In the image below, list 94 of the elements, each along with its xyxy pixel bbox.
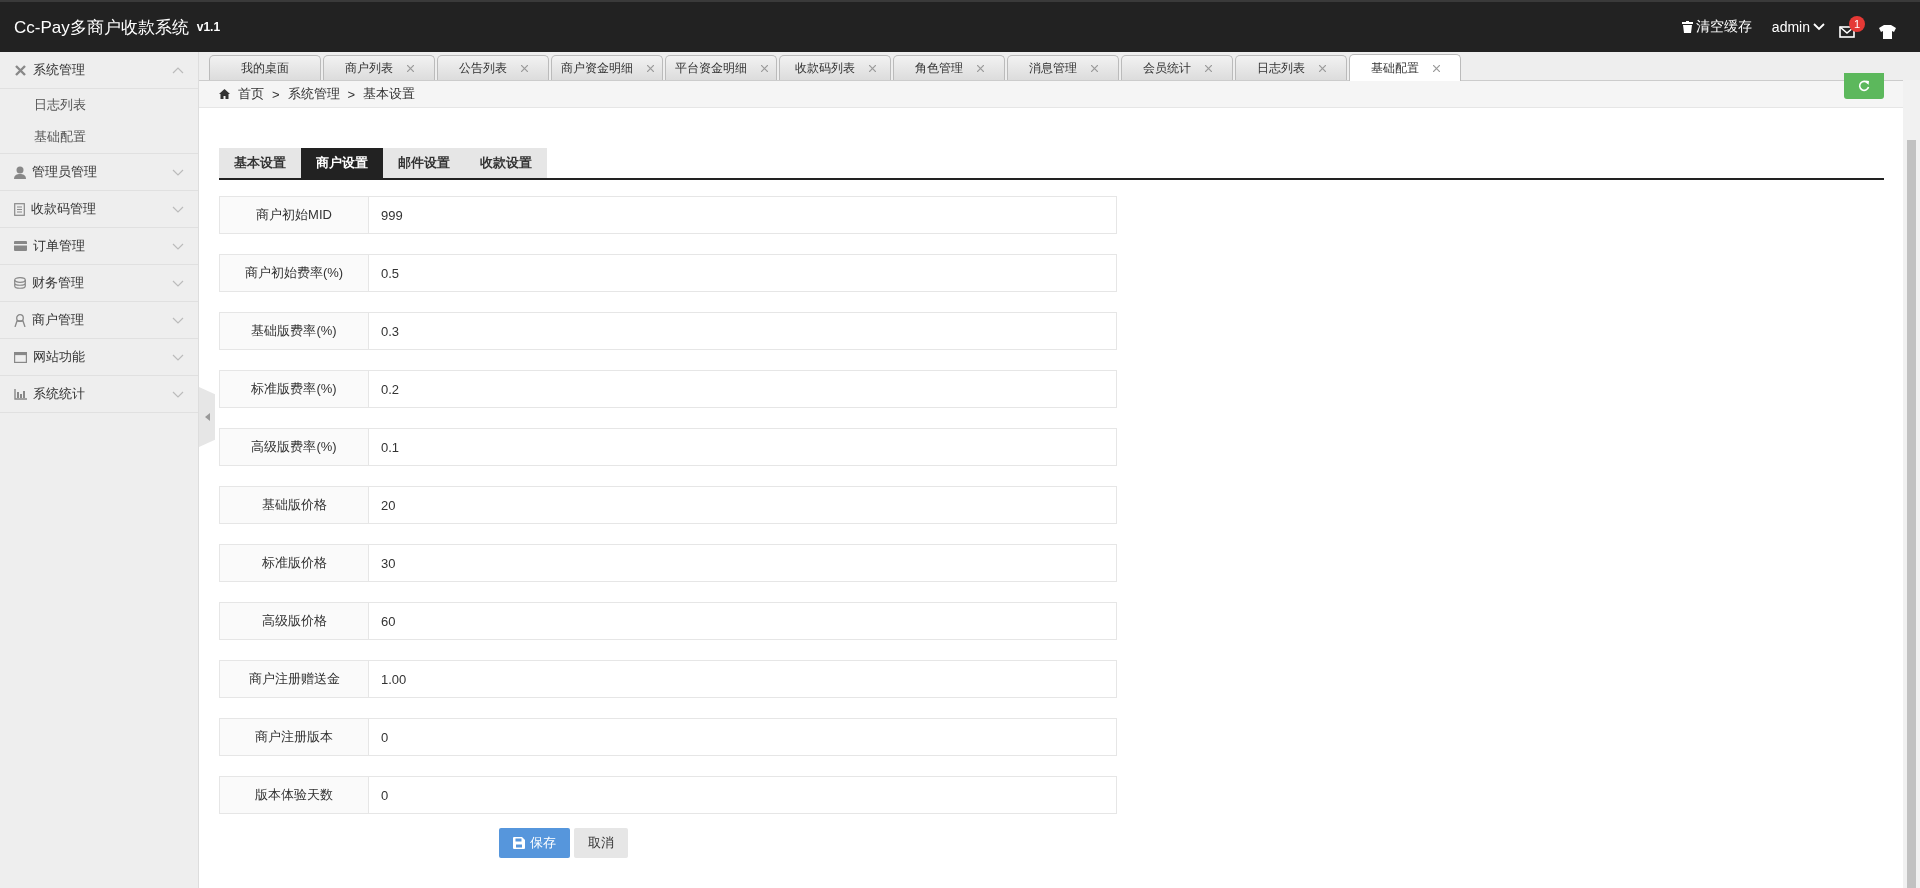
field-label: 标准版价格 [219,544,369,582]
sidebar-item[interactable]: 管理员管理 [0,154,198,191]
input-field[interactable]: 999 [369,196,1117,234]
caret-left-icon [204,413,210,421]
chart-icon [14,388,27,400]
field-label: 标准版费率(%) [219,370,369,408]
close-icon[interactable] [1318,64,1326,72]
chevron-down-icon [172,353,184,361]
page-tab[interactable]: 收款码列表 [779,55,891,80]
chevron-up-icon [172,66,184,74]
page-tab[interactable]: 平台资金明细 [665,55,777,80]
field-label: 商户注册版本 [219,718,369,756]
refresh-icon [1858,80,1870,92]
input-field[interactable]: 30 [369,544,1117,582]
close-icon[interactable] [406,64,414,72]
messages-button[interactable]: 1 [1839,16,1865,38]
unread-badge: 1 [1849,16,1865,32]
clear-cache-link[interactable]: 清空缓存 [1681,18,1752,36]
field-label: 基础版价格 [219,486,369,524]
close-icon[interactable] [1204,64,1212,72]
home-icon [219,89,230,99]
app-title: Cc-Pay多商户收款系统 [14,16,189,39]
page-tab[interactable]: 消息管理 [1007,55,1119,80]
input-field[interactable]: 0 [369,776,1117,814]
card-icon [14,241,27,251]
cancel-button[interactable]: 取消 [574,828,628,858]
breadcrumb-separator: > [272,86,280,102]
page-tab[interactable]: 基础配置 [1349,54,1461,81]
sidebar-item[interactable]: 系统管理 [0,52,198,89]
field-label: 商户注册赠送金 [219,660,369,698]
sidebar-item[interactable]: 系统统计 [0,376,198,413]
sidebar-item[interactable]: 商户管理 [0,302,198,339]
page-tab[interactable]: 公告列表 [437,55,549,80]
chevron-down-icon [172,242,184,250]
document-icon [14,202,25,216]
input-field[interactable]: 1.00 [369,660,1117,698]
user-badge-icon [14,313,26,327]
database-icon [14,277,26,289]
person-icon [14,165,26,179]
sidebar-item[interactable]: 财务管理 [0,265,198,302]
close-icon[interactable] [646,64,654,72]
close-icon[interactable] [760,64,768,72]
chevron-down-icon [172,168,184,176]
input-field[interactable]: 0.3 [369,312,1117,350]
close-icon[interactable] [1090,64,1098,72]
sidebar-item[interactable]: 订单管理 [0,228,198,265]
scrollbar[interactable] [1903,80,1920,888]
input-field[interactable]: 0.5 [369,254,1117,292]
close-icon[interactable] [976,64,984,72]
input-field[interactable]: 0.1 [369,428,1117,466]
field-label: 基础版费率(%) [219,312,369,350]
refresh-button[interactable] [1844,73,1884,99]
field-label: 商户初始费率(%) [219,254,369,292]
input-field[interactable]: 0.2 [369,370,1117,408]
user-menu[interactable]: admin [1771,19,1825,35]
sidebar-subitem[interactable]: 日志列表 [0,89,198,121]
chevron-down-icon [172,205,184,213]
chevron-down-icon [172,390,184,398]
close-icon[interactable] [520,64,528,72]
sidebar-item[interactable]: 网站功能 [0,339,198,376]
input-field[interactable]: 20 [369,486,1117,524]
page-tab[interactable]: 商户列表 [323,55,435,80]
settings-tab[interactable]: 邮件设置 [383,148,465,178]
envelope-icon [1839,26,1855,38]
page-tab[interactable]: 角色管理 [893,55,1005,80]
close-icon[interactable] [868,64,876,72]
input-field[interactable]: 60 [369,602,1117,640]
chevron-down-icon [172,279,184,287]
settings-tab[interactable]: 基本设置 [219,148,301,178]
sidebar-collapse-handle[interactable] [199,387,215,447]
field-label: 高级版价格 [219,602,369,640]
page-tab[interactable]: 日志列表 [1235,55,1347,80]
breadcrumb-link[interactable]: 系统管理 [287,85,340,103]
chevron-down-icon [172,316,184,324]
page-tab[interactable]: 我的桌面 [209,55,321,80]
close-icon[interactable] [1432,64,1440,72]
field-label: 商户初始MID [219,196,369,234]
page-tab[interactable]: 商户资金明细 [551,55,663,80]
settings-tab[interactable]: 商户设置 [301,148,383,178]
version-label: v1.1 [196,20,221,34]
trash-icon [1681,21,1693,33]
chevron-down-icon [1813,23,1825,31]
page-tab[interactable]: 会员统计 [1121,55,1233,80]
sidebar-item[interactable]: 收款码管理 [0,191,198,228]
breadcrumb-separator: > [347,86,356,102]
breadcrumb-link[interactable]: 首页 [238,85,264,103]
input-field[interactable]: 0 [369,718,1117,756]
shirt-icon [1879,25,1896,39]
tools-icon [14,63,27,77]
browser-window-icon [14,351,27,363]
field-label: 版本体验天数 [219,776,369,814]
settings-tab[interactable]: 收款设置 [465,148,547,178]
sidebar-subitem[interactable]: 基础配置 [0,121,198,153]
field-label: 高级版费率(%) [219,428,369,466]
